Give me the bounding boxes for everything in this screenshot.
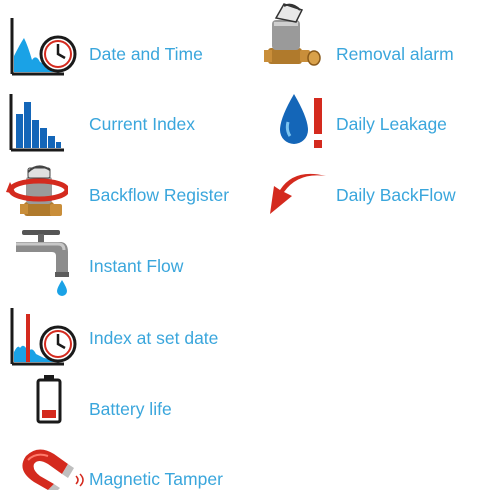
legend-label: Instant Flow <box>89 256 184 276</box>
backflow-meter-icon <box>6 160 68 222</box>
faucet-icon <box>14 228 74 300</box>
legend-label: Daily Leakage <box>336 114 447 134</box>
legend-label: Date and Time <box>89 44 203 64</box>
index-set-date-icon <box>8 306 78 366</box>
magnet-icon <box>20 446 88 490</box>
battery-icon <box>36 374 62 424</box>
legend-label: Current Index <box>89 114 196 134</box>
legend-label: Removal alarm <box>336 44 454 64</box>
legend-label: Battery life <box>89 399 172 419</box>
red-arrow-icon <box>268 172 328 216</box>
legend-label: Index at set date <box>89 328 219 348</box>
drop-alert-icon <box>276 92 332 154</box>
bar-chart-icon <box>8 92 68 152</box>
legend-label: Magnetic Tamper <box>89 469 223 489</box>
water-meter-icon <box>262 2 322 68</box>
legend-label: Backflow Register <box>89 185 230 205</box>
date-time-icon <box>8 16 78 76</box>
legend-label: Daily BackFlow <box>336 185 456 205</box>
